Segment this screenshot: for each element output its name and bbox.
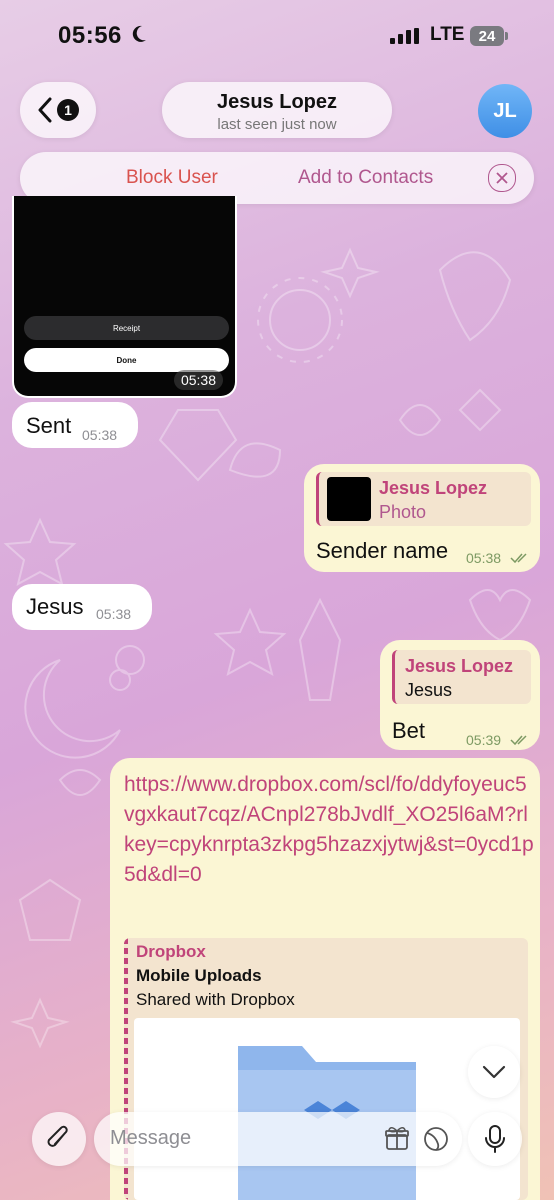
chevron-left-icon xyxy=(38,97,52,123)
preview-site-name: Dropbox xyxy=(136,942,206,961)
contact-name: Jesus Lopez xyxy=(216,91,338,113)
incoming-message[interactable]: Jesus 05:38 xyxy=(12,584,152,630)
block-user-button[interactable]: Block User xyxy=(126,167,218,189)
message-time: 05:38 xyxy=(82,427,118,443)
avatar[interactable]: JL xyxy=(478,84,532,138)
screenshot-done-label: Done xyxy=(24,348,229,372)
status-time: 05:56 xyxy=(58,22,122,49)
attach-button[interactable] xyxy=(32,1112,86,1166)
reply-preview[interactable]: Jesus Lopez Photo xyxy=(316,472,531,526)
message-time: 05:38 xyxy=(96,606,132,622)
message-input[interactable] xyxy=(108,1126,372,1151)
voice-message-button[interactable] xyxy=(468,1112,522,1166)
battery-indicator: 24 xyxy=(470,26,504,46)
outgoing-message[interactable]: Jesus Lopez Jesus Bet 05:39 xyxy=(380,640,540,750)
reply-thumbnail xyxy=(327,477,371,521)
message-link[interactable]: https://www.dropbox.com/scl/fo/ddyfoyeuc… xyxy=(124,770,534,890)
dropbox-folder-icon xyxy=(238,1046,416,1200)
scroll-to-bottom-button[interactable] xyxy=(468,1046,520,1098)
preview-title: Mobile Uploads xyxy=(136,966,262,985)
preview-image xyxy=(134,1018,520,1200)
focus-moon-icon xyxy=(132,25,146,42)
close-action-bar-button[interactable] xyxy=(488,164,516,192)
add-to-contacts-button[interactable]: Add to Contacts xyxy=(298,167,433,189)
back-button[interactable]: 1 xyxy=(20,82,96,138)
chat-title[interactable]: Jesus Lopez last seen just now xyxy=(162,82,392,138)
reply-sender-name: Jesus Lopez xyxy=(405,656,514,676)
message-text: Bet xyxy=(392,718,426,743)
message-text: Sent xyxy=(26,413,72,438)
preview-description: Shared with Dropbox xyxy=(136,990,295,1009)
gift-icon[interactable] xyxy=(384,1125,410,1151)
paperclip-icon xyxy=(47,1125,68,1147)
network-type: LTE xyxy=(430,24,465,45)
message-time: 05:39 xyxy=(466,732,502,748)
chevron-down-icon xyxy=(482,1065,506,1079)
image-message[interactable]: Receipt Done 05:38 xyxy=(12,196,237,398)
message-text: Sender name xyxy=(316,538,449,563)
message-time: 05:38 xyxy=(466,550,502,566)
reply-sender-name: Jesus Lopez xyxy=(379,478,488,498)
battery-level: 24 xyxy=(478,27,496,45)
message-time: 05:38 xyxy=(173,370,223,390)
last-seen-status: last seen just now xyxy=(217,116,337,133)
reply-content: Photo xyxy=(379,502,427,522)
outgoing-message[interactable]: Jesus Lopez Photo Sender name 05:38 xyxy=(304,464,540,572)
screenshot-receipt-label: Receipt xyxy=(24,316,229,340)
read-checkmarks-icon xyxy=(510,553,527,564)
battery-tip xyxy=(505,32,508,40)
read-checkmarks-icon xyxy=(510,735,527,746)
message-input-field[interactable] xyxy=(94,1112,462,1166)
signal-strength-icon xyxy=(390,28,419,44)
reply-preview[interactable]: Jesus Lopez Jesus xyxy=(392,650,531,704)
message-text: Jesus xyxy=(26,594,84,619)
microphone-icon xyxy=(485,1125,505,1153)
reply-content: Jesus xyxy=(405,680,453,700)
close-icon xyxy=(496,172,508,184)
sticker-icon[interactable] xyxy=(422,1125,450,1153)
unread-badge: 1 xyxy=(57,99,79,121)
incoming-message[interactable]: Sent 05:38 xyxy=(12,402,138,448)
